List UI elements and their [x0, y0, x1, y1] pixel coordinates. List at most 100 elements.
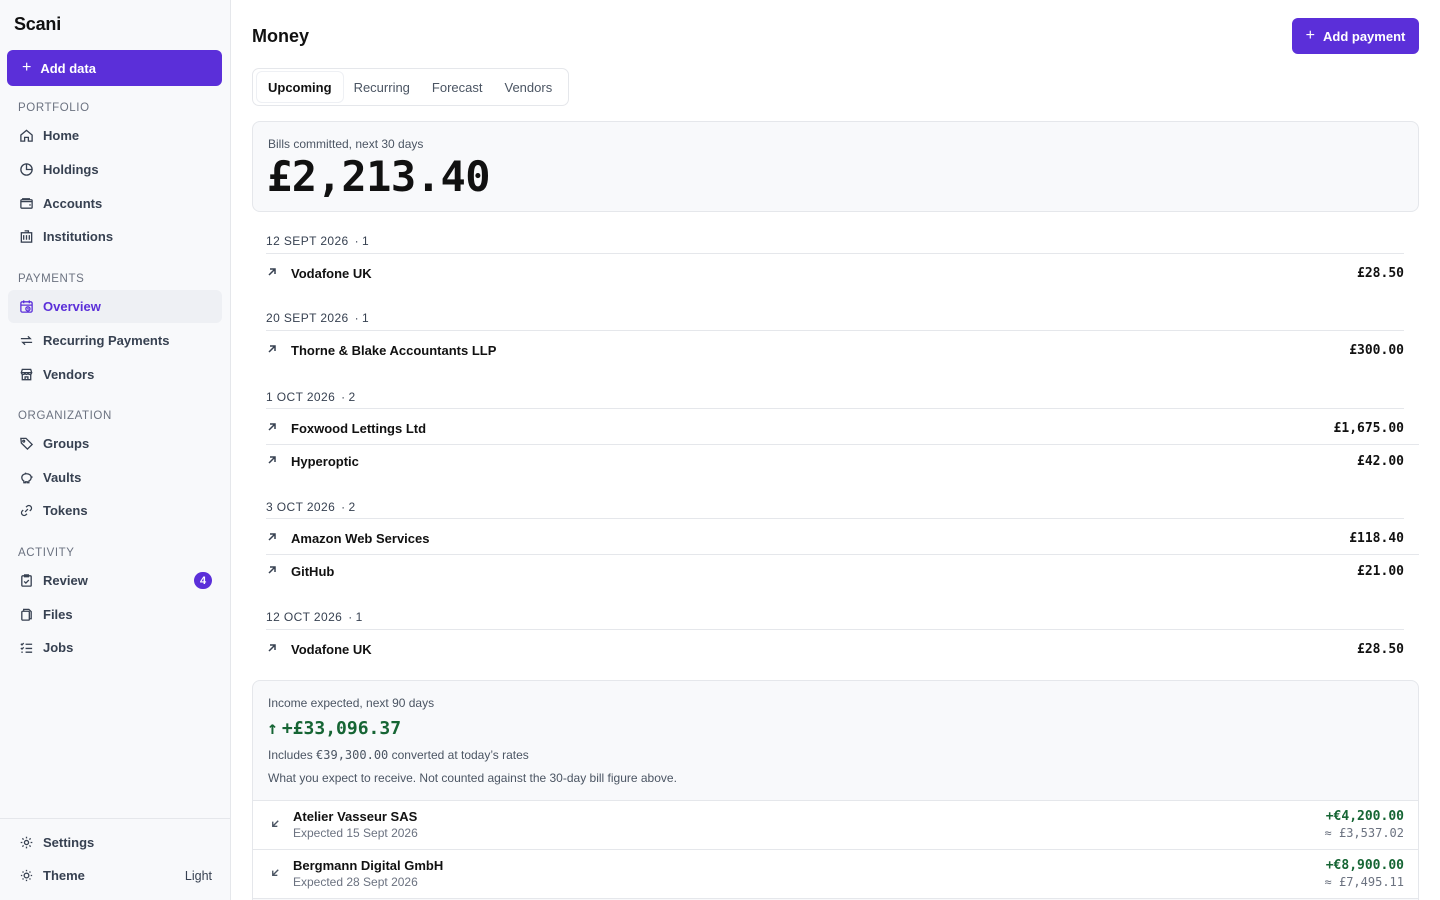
gear-icon: [18, 835, 34, 851]
income-row[interactable]: Atelier Vasseur SAS Expected 15 Sept 202…: [253, 801, 1418, 849]
bill-row[interactable]: Vodafone UK £28.50: [266, 634, 1404, 664]
plus-icon: +: [22, 59, 32, 76]
nav-section-portfolio: PORTFOLIO: [18, 102, 90, 114]
sidebar-item-label: Vendors: [43, 367, 95, 382]
bill-amount: £21.00: [1357, 563, 1404, 579]
arrow-up-right-icon: [266, 454, 280, 468]
divider: [266, 330, 1404, 331]
sidebar-item-accounts[interactable]: Accounts: [8, 187, 222, 220]
theme-toggle[interactable]: Theme Light: [8, 859, 222, 892]
sidebar-item-label: Overview: [43, 299, 101, 314]
date-group-header: 1 OCT 2026 · 2: [266, 390, 356, 404]
sidebar-item-holdings[interactable]: Holdings: [8, 153, 222, 186]
arrow-up-icon: ↑: [267, 718, 278, 739]
nav-section-payments: PAYMENTS: [18, 273, 85, 285]
piggy-bank-icon: [18, 470, 34, 486]
sidebar-divider: [0, 818, 230, 819]
income-converted: ≈ £3,537.02: [1324, 826, 1404, 840]
income-expected-date: Expected 15 Sept 2026: [293, 826, 418, 840]
add-payment-button[interactable]: + Add payment: [1292, 18, 1419, 54]
arrow-down-left-icon: [270, 866, 282, 878]
sidebar-item-label: Groups: [43, 436, 90, 451]
page-title: Money: [252, 26, 310, 46]
arrow-up-right-icon: [266, 343, 280, 357]
bill-amount: £28.50: [1357, 265, 1404, 281]
sidebar-item-label: Tokens: [43, 503, 88, 518]
bill-amount: £300.00: [1349, 342, 1404, 358]
sidebar-item-files[interactable]: Files: [8, 598, 222, 631]
arrow-up-right-icon: [266, 531, 280, 545]
bill-amount: £118.40: [1349, 530, 1404, 546]
sidebar-item-tokens[interactable]: Tokens: [8, 494, 222, 527]
sidebar-item-label: Settings: [43, 835, 95, 850]
sidebar-item-overview[interactable]: Overview: [8, 290, 222, 323]
sidebar-item-vendors[interactable]: Vendors: [8, 358, 222, 391]
nav-section-activity: ACTIVITY: [18, 547, 75, 559]
add-data-label: Add data: [40, 60, 96, 76]
sidebar-item-label: Home: [43, 128, 80, 143]
plus-icon: +: [1305, 27, 1315, 44]
sidebar-item-label: Review: [43, 573, 88, 588]
tab-recurring[interactable]: Recurring: [343, 72, 421, 102]
sidebar-item-home[interactable]: Home: [8, 119, 222, 152]
sidebar-item-jobs[interactable]: Jobs: [8, 631, 222, 664]
date-group-header: 20 SEPT 2026 · 1: [266, 311, 369, 325]
arrow-up-right-icon: [266, 421, 280, 435]
tab-forecast[interactable]: Forecast: [421, 72, 494, 102]
bill-row[interactable]: GitHub £21.00: [266, 556, 1404, 586]
add-payment-label: Add payment: [1323, 28, 1406, 44]
date-group-header: 12 OCT 2026 · 1: [266, 610, 363, 624]
date-group-header: 12 SEPT 2026 · 1: [266, 234, 369, 248]
bill-row[interactable]: Amazon Web Services £118.40: [266, 523, 1404, 553]
sun-icon: [18, 868, 34, 884]
arrow-up-right-icon: [266, 564, 280, 578]
arrow-down-left-icon: [270, 817, 282, 829]
theme-label: Theme: [43, 868, 85, 883]
sidebar-item-label: Recurring Payments: [43, 333, 170, 348]
bill-row[interactable]: Foxwood Lettings Ltd £1,675.00: [266, 413, 1404, 443]
bill-name: Vodafone UK: [291, 265, 372, 281]
store-icon: [18, 367, 34, 383]
income-name: Atelier Vasseur SAS: [293, 809, 418, 824]
income-name: Bergmann Digital GmbH: [293, 858, 444, 873]
income-total: ↑ +£33,096.37: [267, 718, 401, 739]
bill-row[interactable]: Vodafone UK £28.50: [266, 258, 1404, 288]
income-row[interactable]: Bergmann Digital GmbH Expected 28 Sept 2…: [253, 850, 1418, 898]
divider: [266, 253, 1404, 254]
tab-vendors[interactable]: Vendors: [494, 72, 564, 102]
money-tabs: Upcoming Recurring Forecast Vendors: [252, 68, 569, 106]
sidebar-item-groups[interactable]: Groups: [8, 427, 222, 460]
list-checks-icon: [18, 640, 34, 656]
arrow-up-right-icon: [266, 642, 280, 656]
bill-name: Thorne & Blake Accountants LLP: [291, 342, 497, 358]
income-card: Income expected, next 90 days ↑ +£33,096…: [252, 680, 1419, 900]
income-note: What you expect to receive. Not counted …: [268, 771, 677, 785]
income-includes: Includes €39,300.00 converted at today’s…: [268, 748, 529, 762]
bills-summary-card: Bills committed, next 30 days £2,213.40: [252, 121, 1419, 212]
sidebar-item-vaults[interactable]: Vaults: [8, 461, 222, 494]
divider: [266, 554, 1419, 555]
divider: [266, 518, 1404, 519]
sidebar-item-review[interactable]: Review 4: [8, 564, 222, 597]
bank-icon: [18, 229, 34, 245]
divider: [253, 898, 1418, 899]
bill-name: Amazon Web Services: [291, 530, 430, 546]
tab-upcoming[interactable]: Upcoming: [257, 72, 343, 102]
bill-amount: £28.50: [1357, 641, 1404, 657]
sidebar-item-recurring-payments[interactable]: Recurring Payments: [8, 324, 222, 357]
bill-row[interactable]: Hyperoptic £42.00: [266, 446, 1404, 476]
income-total-value: +£33,096.37: [281, 718, 402, 739]
income-expected-date: Expected 28 Sept 2026: [293, 875, 418, 889]
bill-amount: £42.00: [1357, 453, 1404, 469]
sidebar-item-label: Vaults: [43, 470, 82, 485]
sidebar-item-institutions[interactable]: Institutions: [8, 220, 222, 253]
nav-section-organization: ORGANIZATION: [18, 410, 112, 422]
app-logo: Scani: [14, 14, 62, 34]
sidebar-item-settings[interactable]: Settings: [8, 826, 222, 859]
sidebar-item-label: Holdings: [43, 162, 99, 177]
bill-row[interactable]: Thorne & Blake Accountants LLP £300.00: [266, 335, 1404, 365]
income-amount: +€8,900.00: [1325, 858, 1404, 873]
sidebar-item-label: Jobs: [43, 640, 74, 655]
sidebar-item-label: Institutions: [43, 229, 114, 244]
add-data-button[interactable]: + Add data: [7, 50, 222, 86]
